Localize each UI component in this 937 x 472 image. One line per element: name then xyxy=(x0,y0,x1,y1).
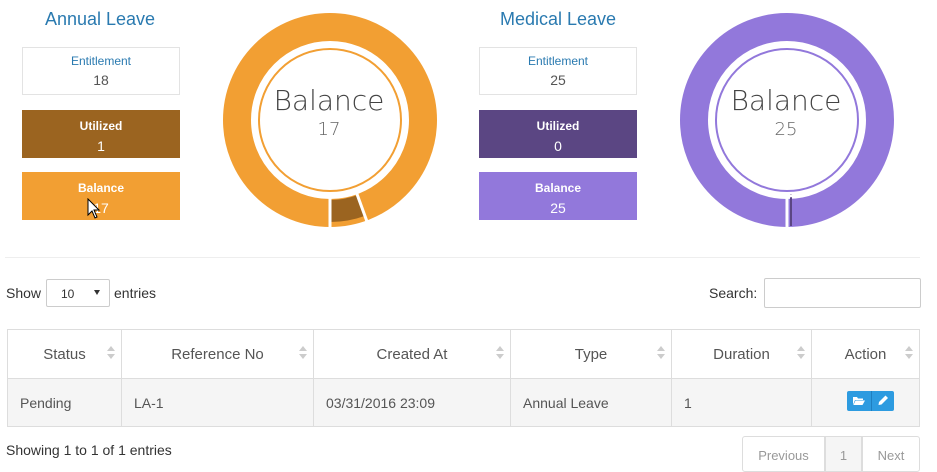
annual-utilized-value: 1 xyxy=(97,138,105,154)
annual-balance-value: 17 xyxy=(93,200,109,216)
header-reference-no[interactable]: Reference No xyxy=(121,329,314,379)
header-label: Status xyxy=(43,345,86,363)
annual-donut-label: Balance xyxy=(273,84,385,117)
previous-button[interactable]: Previous xyxy=(742,436,825,472)
entries-label: entries xyxy=(114,285,157,301)
medical-entitlement-value: 25 xyxy=(550,72,566,88)
edit-button[interactable] xyxy=(871,391,895,411)
sort-icon xyxy=(107,346,115,360)
section-divider xyxy=(5,257,920,258)
header-created-at[interactable]: Created At xyxy=(313,329,511,379)
annual-entitlement-value: 18 xyxy=(93,72,109,88)
medical-entitlement-box: Entitlement 25 xyxy=(479,47,637,95)
action-button-group xyxy=(847,391,894,411)
medical-leave-title: Medical Leave xyxy=(499,9,617,29)
chevron-down-icon xyxy=(94,290,100,295)
annual-leave-title: Annual Leave xyxy=(44,9,156,29)
table-header-row: Status Reference No Created At Type Dura… xyxy=(7,329,920,379)
cell-type: Annual Leave xyxy=(510,378,672,427)
leave-table: Status Reference No Created At Type Dura… xyxy=(7,329,920,427)
header-label: Action xyxy=(844,345,887,363)
table-info: Showing 1 to 1 of 1 entries xyxy=(6,442,172,458)
header-type[interactable]: Type xyxy=(510,329,672,379)
medical-donut-value: 25 xyxy=(774,119,798,140)
annual-donut-utilized-arc xyxy=(329,195,365,222)
annual-balance-box: Balance 17 xyxy=(22,172,180,220)
folder-open-icon xyxy=(853,397,865,405)
sort-icon xyxy=(905,346,913,360)
sort-icon xyxy=(299,346,307,360)
medical-entitlement-label: Entitlement xyxy=(527,54,589,68)
medical-balance-label: Balance xyxy=(534,181,582,195)
header-label: Created At xyxy=(376,345,448,363)
cell-duration: 1 xyxy=(671,378,812,427)
annual-entitlement-label: Entitlement xyxy=(70,54,132,68)
medical-utilized-box: Utilized 0 xyxy=(479,110,637,158)
annual-donut-center: Balance 17 xyxy=(222,84,436,140)
view-button[interactable] xyxy=(847,391,870,411)
page-size-select[interactable]: 10 xyxy=(46,279,110,307)
header-label: Reference No xyxy=(171,345,264,363)
mouse-cursor-icon xyxy=(87,198,101,219)
cell-reference: LA-1 xyxy=(121,378,314,427)
annual-utilized-label: Utilized xyxy=(79,119,123,133)
header-label: Type xyxy=(574,345,608,363)
annual-balance-label: Balance xyxy=(77,181,125,195)
annual-utilized-box: Utilized 1 xyxy=(22,110,180,158)
header-action[interactable]: Action xyxy=(811,329,920,379)
medical-donut-label: Balance xyxy=(730,84,842,117)
table-row: Pending LA-1 03/31/2016 23:09 Annual Lea… xyxy=(7,378,920,427)
cell-status: Pending xyxy=(7,378,122,427)
pencil-icon xyxy=(878,395,888,405)
medical-donut-center: Balance 25 xyxy=(679,84,893,140)
show-label: Show xyxy=(6,285,42,301)
search-label: Search: xyxy=(709,285,758,301)
medical-utilized-value: 0 xyxy=(554,138,562,154)
search-input[interactable] xyxy=(764,278,921,308)
cell-action xyxy=(811,378,920,427)
page-1-button[interactable]: 1 xyxy=(825,436,862,472)
sort-icon xyxy=(496,346,504,360)
header-duration[interactable]: Duration xyxy=(671,329,812,379)
medical-balance-box: Balance 25 xyxy=(479,172,637,220)
sort-icon xyxy=(797,346,805,360)
header-label: Duration xyxy=(713,345,770,363)
annual-donut-value: 17 xyxy=(317,119,341,140)
sort-icon xyxy=(657,346,665,360)
next-button[interactable]: Next xyxy=(862,436,920,472)
page-size-value: 10 xyxy=(61,287,75,301)
medical-balance-value: 25 xyxy=(550,200,566,216)
header-status[interactable]: Status xyxy=(7,329,122,379)
medical-utilized-label: Utilized xyxy=(536,119,580,133)
cell-created-at: 03/31/2016 23:09 xyxy=(313,378,511,427)
annual-entitlement-box: Entitlement 18 xyxy=(22,47,180,95)
